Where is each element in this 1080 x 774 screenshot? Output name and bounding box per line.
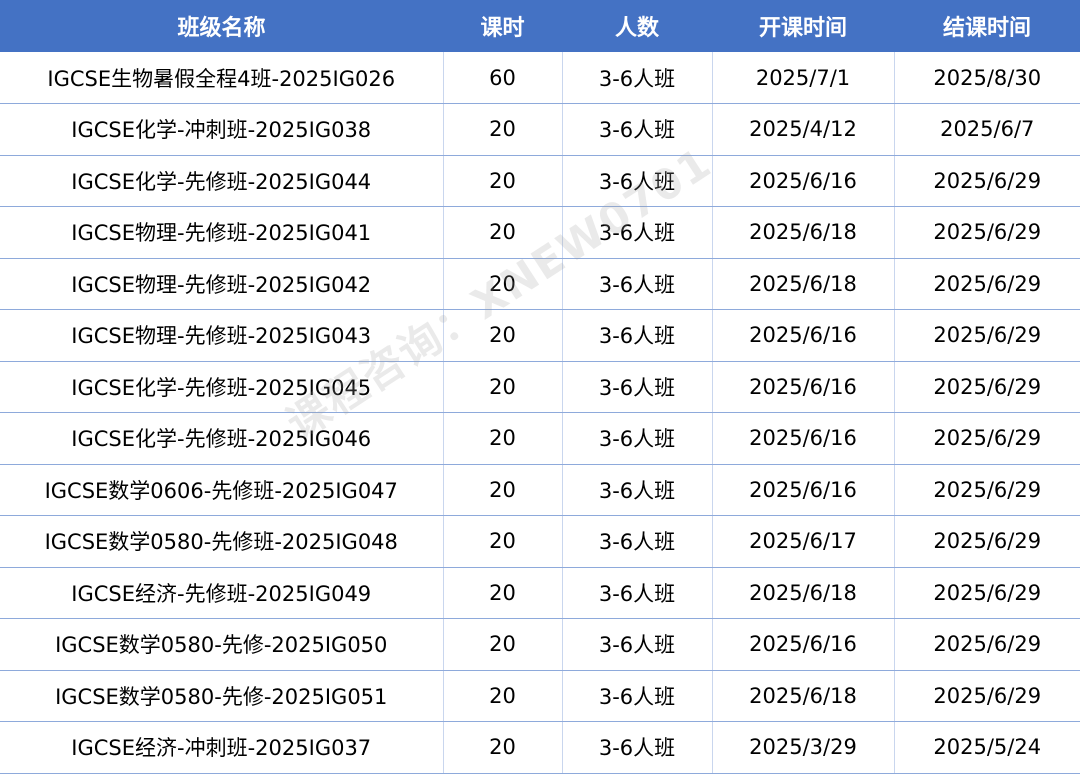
cell-class-name: IGCSE数学0606-先修班-2025IG047 [0,464,444,516]
cell-class-size: 3-6人班 [562,464,713,516]
table-body: IGCSE生物暑假全程4班-2025IG026 60 3-6人班 2025/7/1 20… [0,52,1080,774]
cell-class-name: IGCSE物理-先修班-2025IG042 [0,258,444,310]
cell-start-date: 2025/6/16 [712,361,895,413]
cell-class-size: 3-6人班 [562,52,713,104]
header-hours: 课时 [443,0,562,52]
cell-class-size: 3-6人班 [562,258,713,310]
cell-end-date: 2025/5/24 [894,721,1080,774]
cell-end-date: 2025/6/29 [894,464,1080,516]
cell-class-name: IGCSE经济-先修班-2025IG049 [0,567,444,619]
cell-class-name: IGCSE生物暑假全程4班-2025IG026 [0,52,444,104]
cell-start-date: 2025/6/16 [712,309,895,362]
table-row: IGCSE物理-先修班-2025IG043 20 3-6人班 2025/6/16 202… [0,309,1080,362]
cell-start-date: 2025/6/18 [712,206,895,259]
cell-class-name: IGCSE经济-冲刺班-2025IG037 [0,721,444,774]
cell-start-date: 2025/6/18 [712,670,895,722]
table-row: IGCSE数学0606-先修班-2025IG047 20 3-6人班 2025/6/1… [0,464,1080,516]
header-class-name: 班级名称 [0,0,443,52]
cell-class-size: 3-6人班 [562,309,713,362]
cell-start-date: 2025/3/29 [712,721,895,774]
table-row: IGCSE经济-冲刺班-2025IG037 20 3-6人班 2025/3/29 202… [0,721,1080,774]
cell-hours: 20 [443,721,563,774]
cell-class-size: 3-6人班 [562,361,713,413]
table-row: IGCSE化学-先修班-2025IG045 20 3-6人班 2025/6/16 202… [0,361,1080,413]
header-end-date: 结课时间 [894,0,1080,52]
cell-end-date: 2025/6/29 [894,155,1080,207]
cell-class-size: 3-6人班 [562,618,713,671]
cell-class-size: 3-6人班 [562,721,713,774]
cell-hours: 60 [443,52,563,104]
cell-start-date: 2025/6/16 [712,155,895,207]
cell-end-date: 2025/6/29 [894,618,1080,671]
header-class-size: 人数 [562,0,712,52]
cell-class-size: 3-6人班 [562,206,713,259]
table-row: IGCSE物理-先修班-2025IG042 20 3-6人班 2025/6/18 202… [0,258,1080,310]
cell-class-size: 3-6人班 [562,103,713,156]
cell-class-size: 3-6人班 [562,155,713,207]
cell-hours: 20 [443,567,563,619]
cell-start-date: 2025/6/18 [712,567,895,619]
cell-start-date: 2025/6/16 [712,464,895,516]
cell-hours: 20 [443,309,563,362]
cell-class-name: IGCSE化学-先修班-2025IG045 [0,361,444,413]
cell-class-size: 3-6人班 [562,515,713,568]
cell-class-name: IGCSE数学0580-先修-2025IG051 [0,670,444,722]
cell-hours: 20 [443,258,563,310]
cell-hours: 20 [443,412,563,465]
cell-end-date: 2025/6/29 [894,567,1080,619]
class-schedule-table: 班级名称 课时 人数 开课时间 结课时间 IGCSE生物暑假全程4班-2025I… [0,0,1080,774]
cell-hours: 20 [443,103,563,156]
header-start-date: 开课时间 [712,0,894,52]
cell-class-size: 3-6人班 [562,567,713,619]
cell-end-date: 2025/8/30 [894,52,1080,104]
cell-hours: 20 [443,618,563,671]
cell-end-date: 2025/6/29 [894,206,1080,259]
table-header: 班级名称 课时 人数 开课时间 结课时间 [0,0,1080,52]
cell-start-date: 2025/6/16 [712,412,895,465]
cell-class-name: IGCSE数学0580-先修-2025IG050 [0,618,444,671]
cell-hours: 20 [443,155,563,207]
page: 班级名称 课时 人数 开课时间 结课时间 IGCSE生物暑假全程4班-2025I… [0,0,1080,774]
cell-end-date: 2025/6/29 [894,309,1080,362]
cell-hours: 20 [443,206,563,259]
table-row: IGCSE数学0580-先修-2025IG050 20 3-6人班 2025/6/16… [0,618,1080,671]
cell-class-name: IGCSE物理-先修班-2025IG041 [0,206,444,259]
cell-start-date: 2025/6/18 [712,258,895,310]
cell-class-size: 3-6人班 [562,670,713,722]
cell-class-size: 3-6人班 [562,412,713,465]
cell-start-date: 2025/6/16 [712,618,895,671]
table-row: IGCSE生物暑假全程4班-2025IG026 60 3-6人班 2025/7/1 20… [0,52,1080,104]
table-row: IGCSE数学0580-先修班-2025IG048 20 3-6人班 2025/6/1… [0,515,1080,568]
cell-class-name: IGCSE物理-先修班-2025IG043 [0,309,444,362]
header-row: 班级名称 课时 人数 开课时间 结课时间 [0,0,1080,52]
table-row: IGCSE化学-先修班-2025IG046 20 3-6人班 2025/6/16 202… [0,412,1080,465]
table-row: IGCSE化学-冲刺班-2025IG038 20 3-6人班 2025/4/12 202… [0,103,1080,156]
cell-start-date: 2025/6/17 [712,515,895,568]
cell-hours: 20 [443,515,563,568]
cell-end-date: 2025/6/29 [894,670,1080,722]
table-row: IGCSE经济-先修班-2025IG049 20 3-6人班 2025/6/18 202… [0,567,1080,619]
cell-end-date: 2025/6/29 [894,361,1080,413]
cell-hours: 20 [443,464,563,516]
cell-end-date: 2025/6/29 [894,412,1080,465]
table-row: IGCSE物理-先修班-2025IG041 20 3-6人班 2025/6/18 202… [0,206,1080,259]
cell-end-date: 2025/6/29 [894,515,1080,568]
cell-class-name: IGCSE化学-冲刺班-2025IG038 [0,103,444,156]
cell-end-date: 2025/6/29 [894,258,1080,310]
cell-class-name: IGCSE化学-先修班-2025IG044 [0,155,444,207]
cell-start-date: 2025/4/12 [712,103,895,156]
cell-end-date: 2025/6/7 [894,103,1080,156]
cell-class-name: IGCSE化学-先修班-2025IG046 [0,412,444,465]
cell-start-date: 2025/7/1 [712,52,895,104]
table-row: IGCSE化学-先修班-2025IG044 20 3-6人班 2025/6/16 202… [0,155,1080,207]
cell-hours: 20 [443,361,563,413]
cell-class-name: IGCSE数学0580-先修班-2025IG048 [0,515,444,568]
table-row: IGCSE数学0580-先修-2025IG051 20 3-6人班 2025/6/18… [0,670,1080,722]
cell-hours: 20 [443,670,563,722]
